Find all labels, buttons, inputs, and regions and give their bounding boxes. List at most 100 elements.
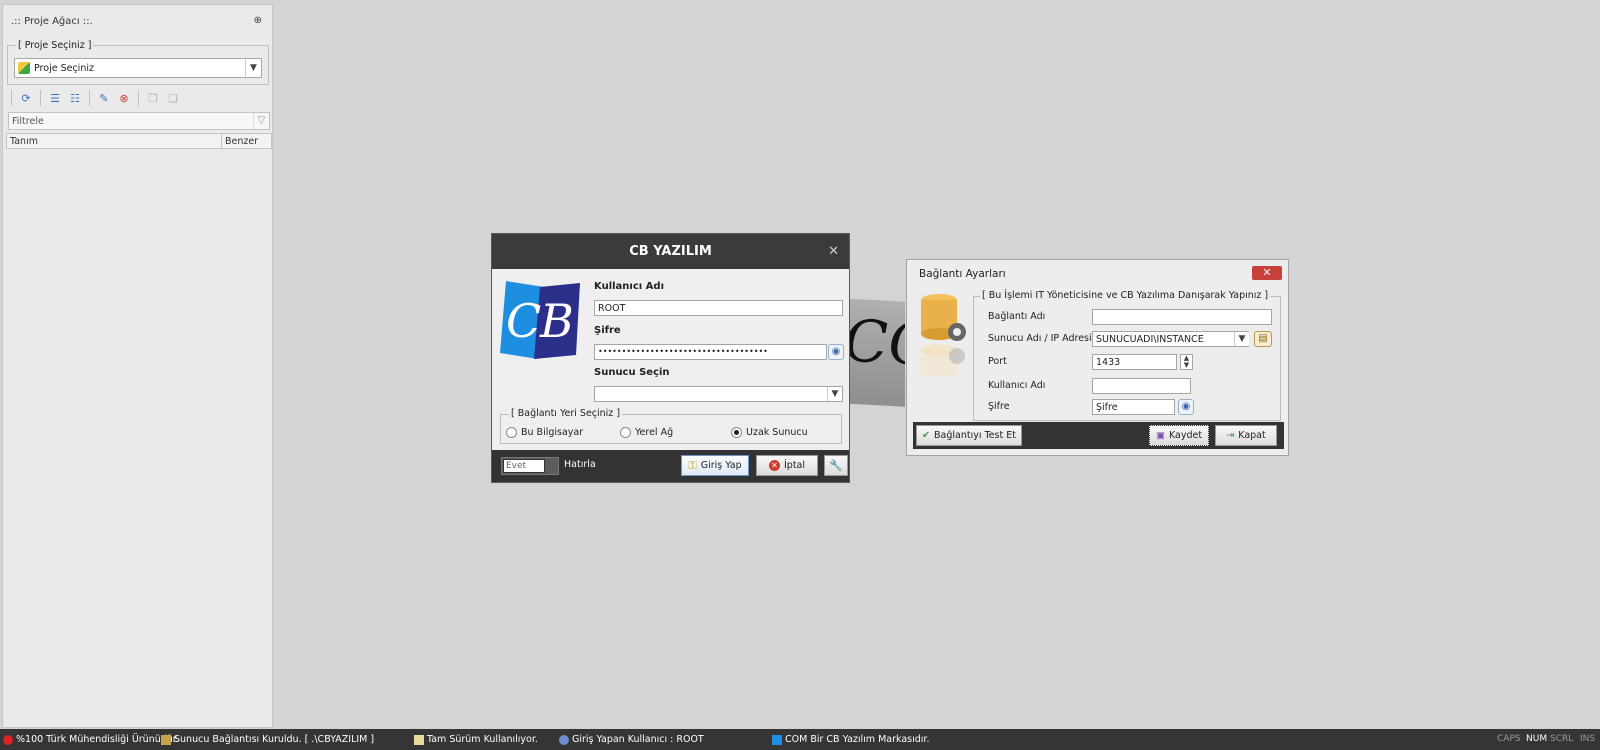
eye-icon[interactable]: ◉ <box>828 344 844 360</box>
column-header-tanim[interactable]: Tanım <box>7 134 222 148</box>
expand-all-icon[interactable]: ☰ <box>47 90 63 106</box>
port-input[interactable]: 1433 <box>1092 354 1177 370</box>
project-select[interactable]: Proje Seçiniz ▼ <box>14 58 262 78</box>
svg-text:B: B <box>539 294 574 348</box>
pin-icon[interactable]: ⊕ <box>254 15 262 26</box>
cancel-button[interactable]: ✕ İptal <box>756 455 818 476</box>
status-text: COM Bir CB Yazılım Markasıdır. <box>785 734 930 745</box>
cancel-button-label: İptal <box>783 460 806 471</box>
collapse-all-icon[interactable]: ☷ <box>67 90 83 106</box>
caps-indicator: CAPS <box>1497 734 1521 744</box>
project-group-legend: [ Proje Seçiniz ] <box>16 40 94 51</box>
num-indicator: NUM <box>1526 734 1548 744</box>
status-item-brand: COM Bir CB Yazılım Markasıdır. <box>772 734 929 745</box>
server-browse-icon[interactable]: ▤ <box>1254 331 1272 347</box>
close-button-label: Kapat <box>1238 430 1266 441</box>
filter-input[interactable]: Filtrele ▽ <box>8 112 270 130</box>
server-address-input[interactable]: SUNUCUADI\INSTANCE <box>1092 331 1249 347</box>
db-user-label: Kullanıcı Adı <box>988 380 1046 391</box>
project-select-value: Proje Seçiniz <box>34 63 94 74</box>
login-button-label: Giriş Yap <box>700 460 742 471</box>
server-label: Sunucu Seçin <box>594 367 670 378</box>
password-input[interactable]: •••••••••••••••••••••••••••••••••••• <box>594 344 827 360</box>
chevron-down-icon[interactable]: ▼ <box>1234 332 1249 346</box>
edit-icon[interactable]: ✎ <box>96 90 112 106</box>
cb-brand-icon <box>772 734 782 745</box>
test-connection-label: Bağlantıyı Test Et <box>934 430 1016 441</box>
chevron-down-icon[interactable]: ▼ <box>827 387 842 401</box>
chevron-down-icon[interactable]: ▼ <box>245 59 261 77</box>
radio-circle[interactable] <box>506 427 517 438</box>
radio-yerel-ag[interactable]: Yerel Ağ <box>620 427 673 438</box>
db-password-input[interactable]: Şifre <box>1092 399 1175 415</box>
location-group: [ Bağlantı Yeri Seçiniz ] Bu Bilgisayar … <box>500 408 842 444</box>
settings-button[interactable]: 🔧 <box>824 455 848 476</box>
login-footer: Evet Hatırla ⚿ Giriş Yap ✕ İptal 🔧 <box>492 450 849 482</box>
status-item-version: Tam Sürüm Kullanılıyor. <box>414 734 538 745</box>
connection-settings-dialog: Bağlantı Ayarları ✕ [ Bu İşlemi IT Yönet… <box>906 259 1289 456</box>
login-dialog: CB YAZILIM ✕ C B Kullanıcı Adı ROOT Şifr… <box>491 233 850 483</box>
username-input[interactable]: ROOT <box>594 300 843 316</box>
test-connection-button[interactable]: ✔ Bağlantıyı Test Et <box>916 425 1022 446</box>
conn-name-input[interactable] <box>1092 309 1272 325</box>
ins-indicator: INS <box>1580 734 1596 744</box>
connection-title: Bağlantı Ayarları <box>919 268 1006 280</box>
status-bar: %100 Türk Mühendisliği Ürünüdür. Sunucu … <box>0 729 1600 750</box>
server-icon <box>161 734 171 745</box>
radio-circle[interactable] <box>620 427 631 438</box>
wrench-icon: 🔧 <box>829 459 843 472</box>
connection-footer: ✔ Bağlantıyı Test Et ▣ Kaydet ⇥ Kapat <box>913 422 1284 449</box>
filter-icon[interactable]: ▽ <box>253 113 269 129</box>
radio-label: Bu Bilgisayar <box>521 427 584 438</box>
conn-name-label: Bağlantı Adı <box>988 311 1046 322</box>
port-label: Port <box>988 356 1007 367</box>
close-button[interactable]: ⇥ Kapat <box>1215 425 1277 446</box>
connection-group-legend: [ Bu İşlemi IT Yöneticisine ve CB Yazılı… <box>980 290 1271 301</box>
tree-toolbar: ⟳ ☰ ☷ ✎ ⊗ ❐ ❏ <box>9 89 181 107</box>
panel-title: .:: Proje Ağacı ::. <box>11 16 93 27</box>
project-select-group: [ Proje Seçiniz ] Proje Seçiniz ▼ <box>7 40 269 85</box>
toolbar-divider <box>138 90 139 106</box>
close-icon[interactable]: ✕ <box>828 234 839 269</box>
radio-circle-selected[interactable] <box>731 427 742 438</box>
cancel-icon: ✕ <box>768 460 780 471</box>
port-stepper[interactable]: ▲ ▼ <box>1180 354 1193 370</box>
login-button[interactable]: ⚿ Giriş Yap <box>681 455 749 476</box>
db-user-input[interactable] <box>1092 378 1191 394</box>
check-icon: ✔ <box>922 430 930 441</box>
server-address-label: Sunucu Adı / IP Adresi <box>988 333 1092 344</box>
username-label: Kullanıcı Adı <box>594 281 665 292</box>
status-text: Giriş Yapan Kullanıcı : ROOT <box>572 734 704 745</box>
refresh-icon[interactable]: ⟳ <box>18 90 34 106</box>
paste-icon[interactable]: ❏ <box>165 90 181 106</box>
status-text: %100 Türk Mühendisliği Ürünüdür. <box>16 734 179 745</box>
login-titlebar: CB YAZILIM ✕ <box>492 234 849 269</box>
remember-label: Hatırla <box>564 459 596 470</box>
filter-placeholder: Filtrele <box>12 116 44 127</box>
cb-logo-icon: C B <box>500 281 580 359</box>
status-item-turkish: %100 Türk Mühendisliği Ürünüdür. <box>3 734 179 745</box>
project-tree-panel: .:: Proje Ağacı ::. ⊕ [ Proje Seçiniz ] … <box>2 4 273 728</box>
connection-group: [ Bu İşlemi IT Yöneticisine ve CB Yazılı… <box>973 290 1281 421</box>
column-header-benzer[interactable]: Benzer <box>222 134 261 148</box>
radio-bu-bilgisayar[interactable]: Bu Bilgisayar <box>506 427 583 438</box>
scrl-indicator: SCRL <box>1550 734 1574 744</box>
key-icon: ⚿ <box>688 458 697 472</box>
status-item-user: Giriş Yapan Kullanıcı : ROOT <box>559 734 704 745</box>
svg-text:C: C <box>506 294 541 348</box>
exit-icon: ⇥ <box>1226 430 1235 441</box>
toolbar-divider <box>11 90 12 106</box>
save-button[interactable]: ▣ Kaydet <box>1149 425 1209 446</box>
server-select[interactable] <box>594 386 843 402</box>
background-logo-text: CO <box>844 306 905 380</box>
toggle-value: Evet <box>503 459 545 473</box>
remember-toggle[interactable]: Evet <box>501 457 559 475</box>
delete-icon[interactable]: ⊗ <box>116 90 132 106</box>
database-gear-icon <box>921 294 966 376</box>
close-icon[interactable]: ✕ <box>1252 266 1282 280</box>
radio-uzak-sunucu[interactable]: Uzak Sunucu <box>731 427 808 438</box>
copy-icon[interactable]: ❐ <box>145 90 161 106</box>
toolbar-divider <box>40 90 41 106</box>
eye-icon[interactable]: ◉ <box>1178 399 1194 415</box>
save-icon: ▣ <box>1155 430 1165 441</box>
